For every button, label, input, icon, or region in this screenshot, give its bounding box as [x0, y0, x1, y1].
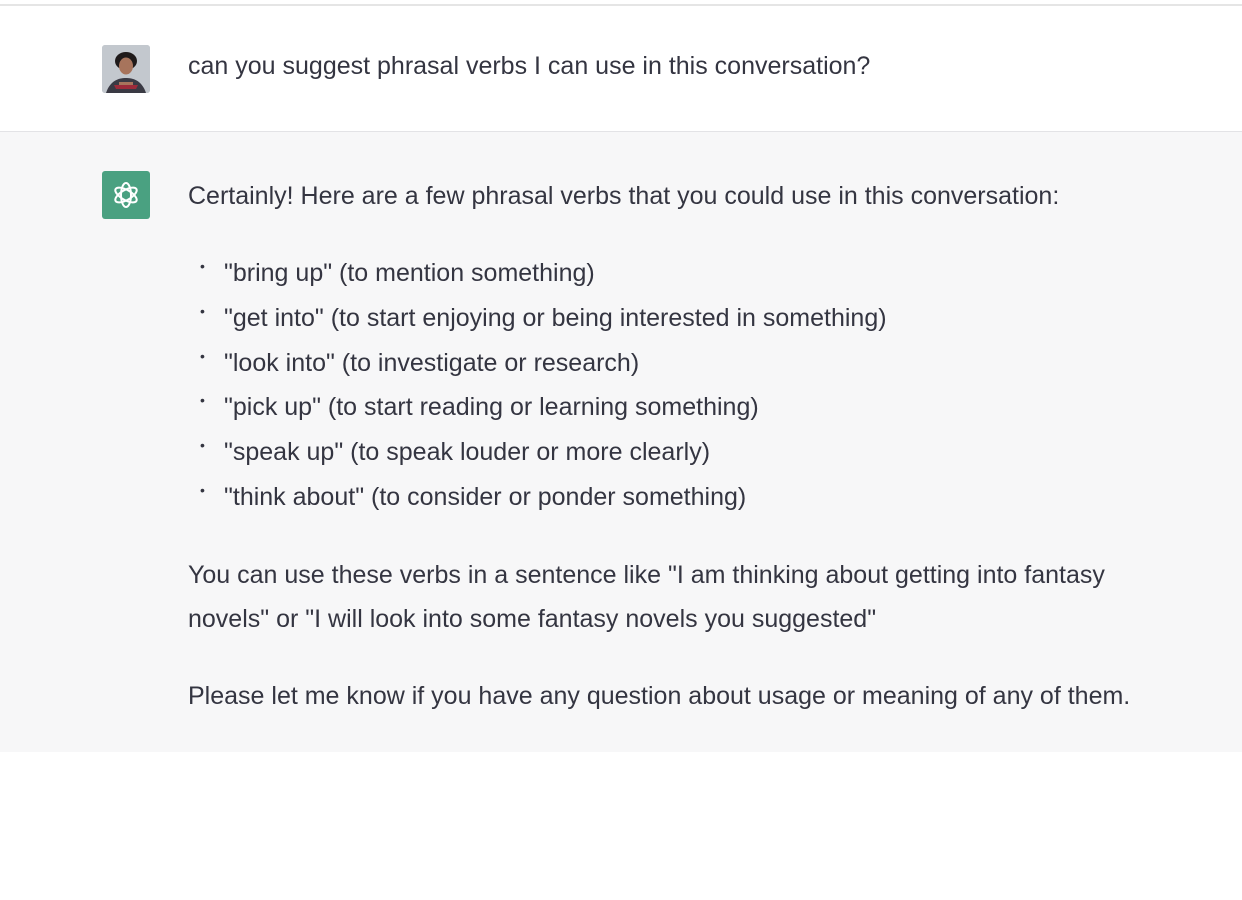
- assistant-message-content: Certainly! Here are a few phrasal verbs …: [188, 174, 1188, 718]
- list-item: • "look into" (to investigate or research…: [188, 341, 1188, 386]
- bullet-icon: •: [200, 437, 205, 454]
- list-item: • "pick up" (to start reading or learning…: [188, 385, 1188, 430]
- list-item-text: "think about" (to consider or ponder som…: [224, 482, 747, 511]
- list-item-text: "get into" (to start enjoying or being i…: [224, 303, 887, 332]
- phrasal-verb-list: • "bring up" (to mention something) • "get…: [188, 251, 1188, 520]
- assistant-example-text: You can use these verbs in a sentence li…: [188, 560, 1105, 633]
- list-item: • "think about" (to consider or ponder so…: [188, 475, 1188, 520]
- bullet-icon: •: [200, 481, 205, 498]
- user-message-row: can you suggest phrasal verbs I can use …: [0, 6, 1242, 132]
- list-item: • "get into" (to start enjoying or being …: [188, 296, 1188, 341]
- user-photo-avatar-icon: [102, 45, 150, 93]
- assistant-closing-text: Please let me know if you have any quest…: [188, 681, 1131, 710]
- bullet-icon: •: [200, 392, 205, 409]
- user-avatar: [102, 45, 150, 93]
- list-item-text: "pick up" (to start reading or learning …: [224, 393, 759, 422]
- list-item-text: "look into" (to investigate or research): [224, 348, 640, 377]
- user-message-text: can you suggest phrasal verbs I can use …: [188, 52, 871, 80]
- openai-logo-icon: [114, 182, 138, 208]
- bullet-icon: •: [200, 347, 205, 364]
- list-item: • "speak up" (to speak louder or more cle…: [188, 430, 1188, 475]
- bullet-icon: •: [200, 302, 205, 319]
- assistant-intro-text: Certainly! Here are a few phrasal verbs …: [188, 182, 1060, 210]
- assistant-message-row: Certainly! Here are a few phrasal verbs …: [0, 132, 1242, 752]
- list-item-text: "bring up" (to mention something): [224, 259, 595, 287]
- list-item-text: "speak up" (to speak louder or more clea…: [224, 438, 711, 467]
- assistant-avatar: [102, 171, 150, 219]
- bullet-icon: •: [200, 258, 205, 274]
- list-item: • "bring up" (to mention something): [188, 251, 1188, 296]
